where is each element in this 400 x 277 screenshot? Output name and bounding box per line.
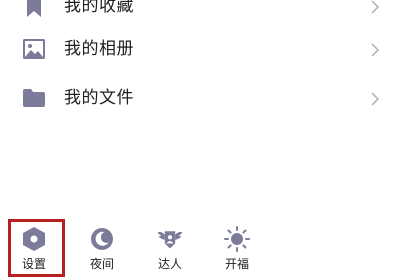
menu-item-files[interactable]: 我的文件 [0, 76, 400, 120]
kaifu-button[interactable]: 开福 [212, 218, 262, 277]
chevron-right-icon [370, 42, 380, 57]
bookmark-icon [22, 0, 46, 18]
menu-item-label: 我的相册 [64, 39, 134, 59]
expert-button[interactable]: 达人 [145, 218, 195, 277]
kaifu-label: 开福 [224, 257, 249, 271]
image-icon [22, 37, 46, 61]
settings-highlight-box [8, 219, 65, 277]
menu-item-label: 我的收藏 [64, 0, 134, 16]
chevron-right-icon [370, 0, 380, 14]
folder-icon [22, 86, 46, 110]
menu-item-favorites[interactable]: 我的收藏 [0, 0, 400, 28]
menu-item-label: 我的文件 [64, 88, 134, 108]
sun-icon [224, 226, 250, 252]
night-mode-button[interactable]: 夜间 [77, 218, 127, 277]
chevron-right-icon [370, 91, 380, 106]
expert-label: 达人 [157, 257, 182, 271]
moon-icon [89, 226, 115, 252]
winged-badge-icon [157, 226, 183, 252]
menu-item-album[interactable]: 我的相册 [0, 27, 400, 71]
night-mode-label: 夜间 [89, 257, 114, 271]
